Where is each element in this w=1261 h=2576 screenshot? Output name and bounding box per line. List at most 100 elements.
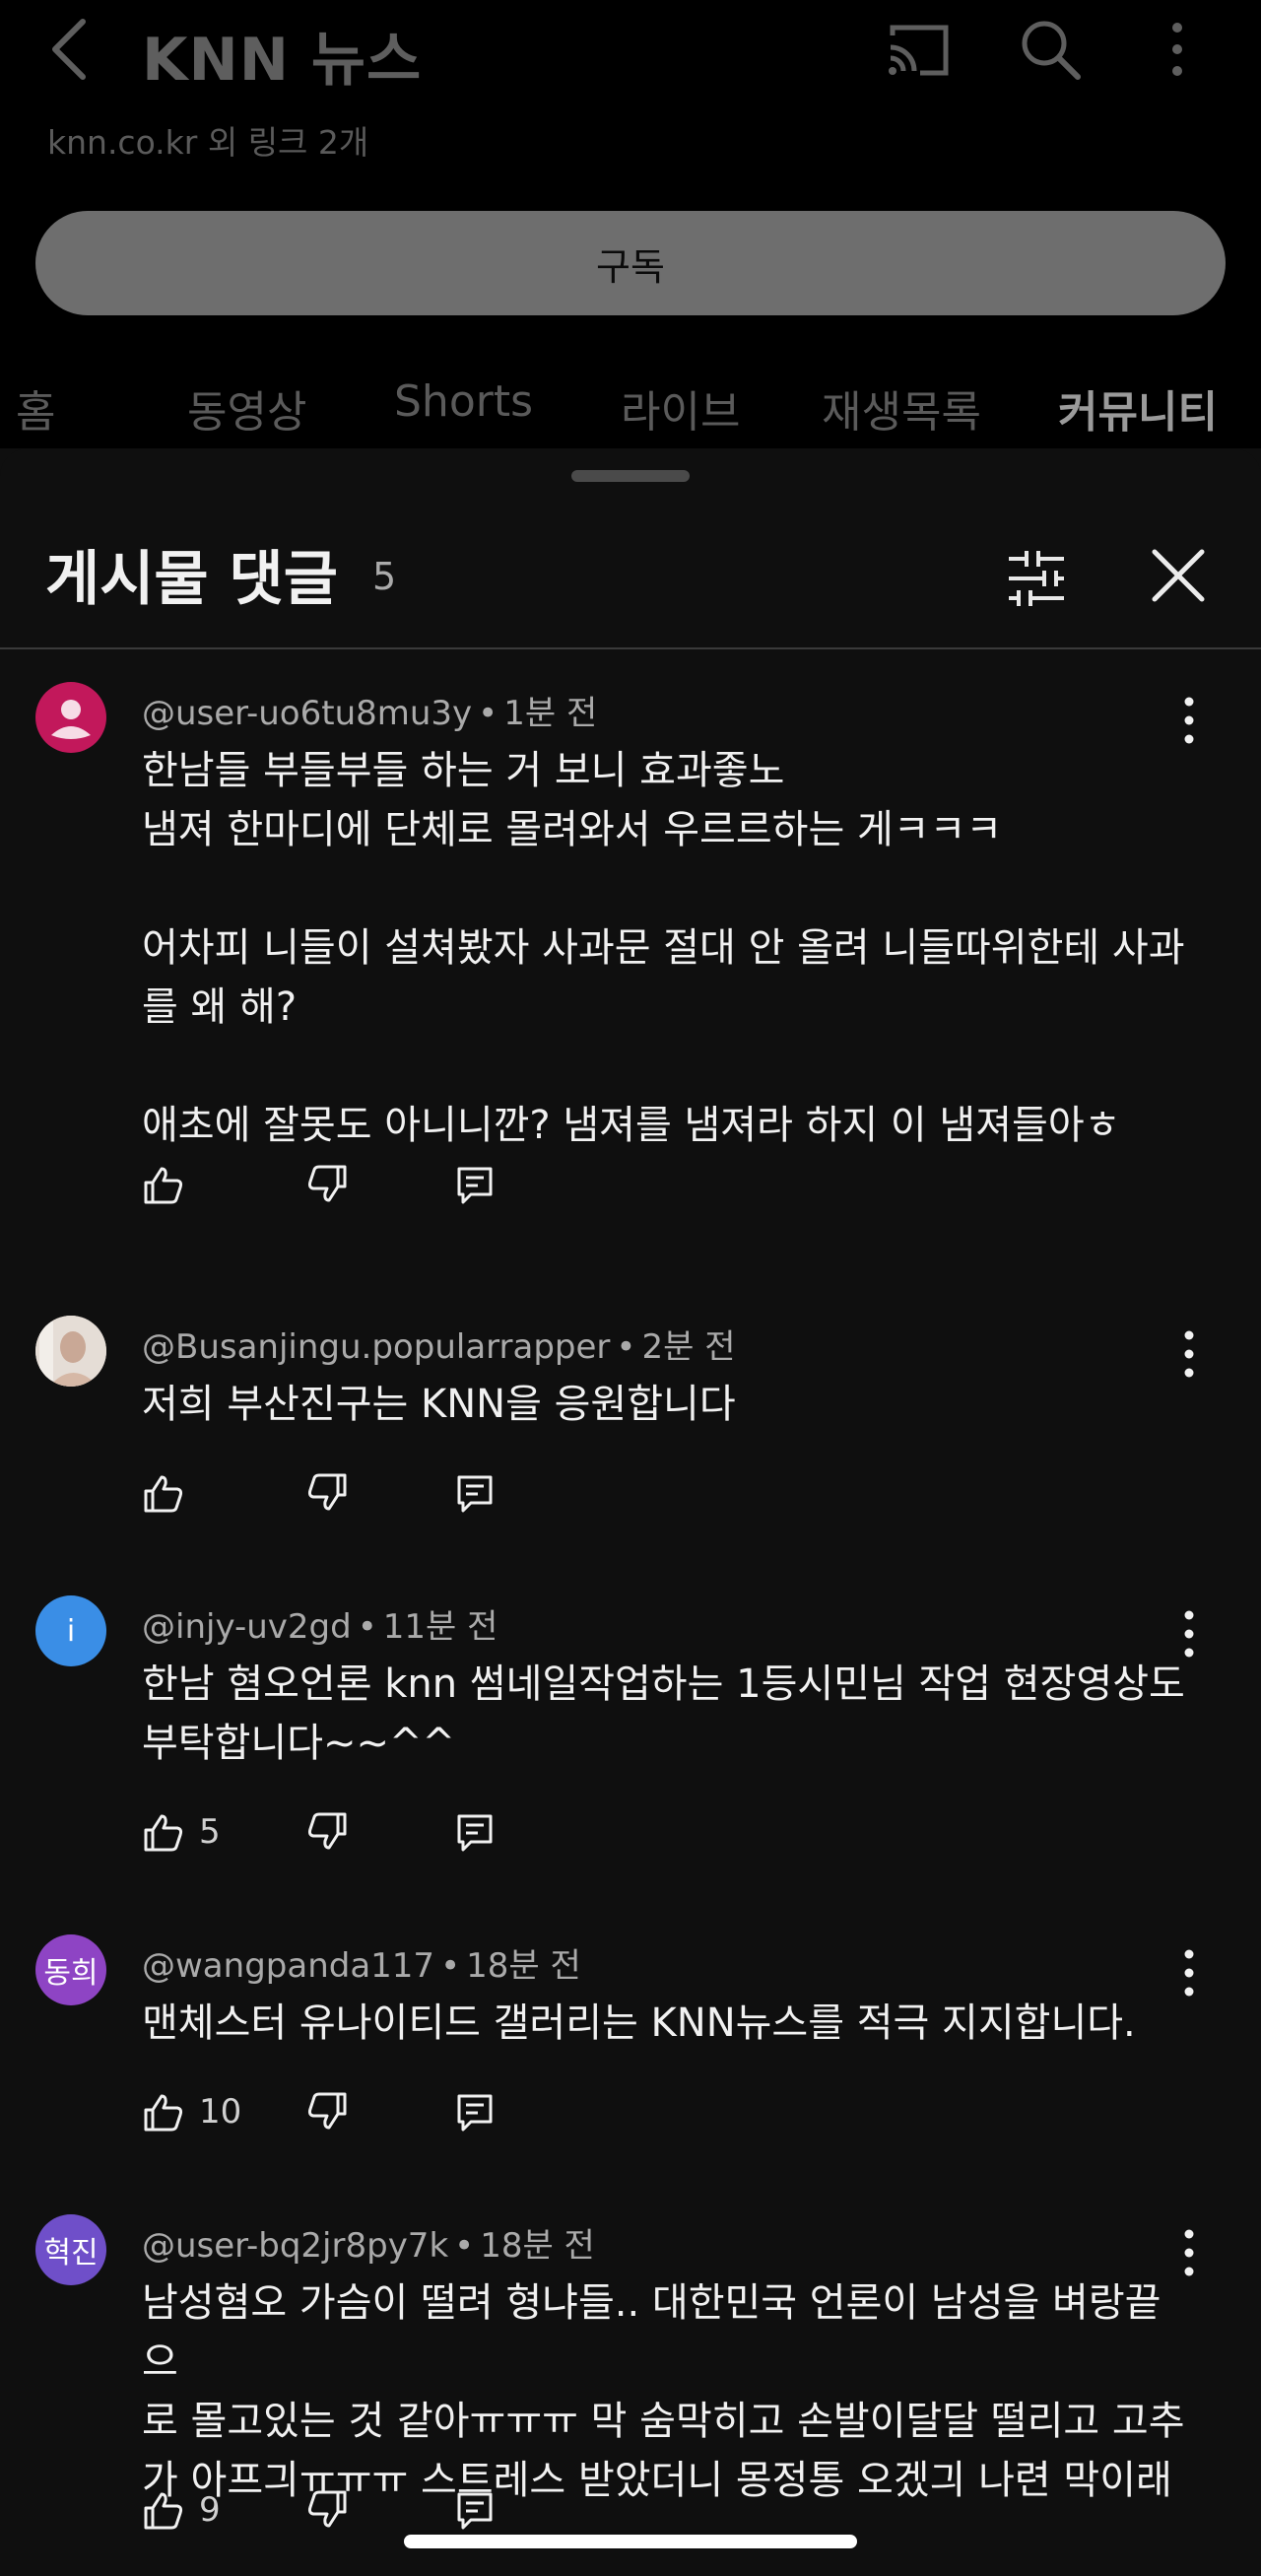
- person-icon: [51, 700, 91, 739]
- drag-handle[interactable]: [571, 470, 690, 482]
- reply-button[interactable]: [453, 2082, 497, 2141]
- like-button[interactable]: 9: [142, 2480, 221, 2540]
- comment-time: 1분 전: [503, 694, 598, 733]
- comment-time: 11분 전: [382, 1607, 498, 1647]
- comment-text: 저희 부산진구는 KNN을 응원합니다: [142, 1375, 1186, 1434]
- reply-icon: [457, 1475, 493, 1513]
- comment-meta: @wangpanda117 • 18분 전: [142, 1946, 581, 1986]
- reply-button[interactable]: [453, 1802, 497, 1862]
- comment-item: i @injy-uv2gd • 11분 전 한남 혐오언론 knn 썸네일작업하는 …: [0, 1595, 1261, 1891]
- sort-filter-icon[interactable]: [1005, 547, 1068, 610]
- dislike-button[interactable]: [305, 1155, 349, 1214]
- tab-community[interactable]: 커뮤니티: [1058, 376, 1218, 440]
- channel-title: KNN 뉴스: [142, 26, 423, 95]
- comment-line: 를 왜 해?: [142, 984, 298, 1030]
- comment-menu-icon[interactable]: [1174, 1946, 1204, 2000]
- tab-shorts[interactable]: Shorts: [394, 376, 533, 427]
- comment-line: 저희 부산진구는 KNN을 응원합니다: [142, 1382, 736, 1427]
- comment-meta: @injy-uv2gd • 11분 전: [142, 1607, 498, 1647]
- back-arrow-icon[interactable]: [47, 18, 91, 81]
- like-button[interactable]: [142, 1155, 199, 1214]
- comment-menu-icon[interactable]: [1174, 1327, 1204, 1381]
- top-app-bar: KNN 뉴스: [0, 0, 1261, 108]
- close-icon[interactable]: [1149, 543, 1208, 608]
- comment-time: 2분 전: [641, 1327, 736, 1367]
- avatar-initial: 혁진: [43, 2236, 99, 2271]
- reply-icon: [457, 1814, 493, 1852]
- thumbs-up-icon: [144, 1167, 183, 1204]
- comment-author[interactable]: @user-uo6tu8mu3y: [142, 694, 472, 733]
- thumbs-down-icon: [307, 1165, 347, 1202]
- dislike-button[interactable]: [305, 1802, 349, 1862]
- dislike-button[interactable]: [305, 1463, 349, 1523]
- comment-menu-icon[interactable]: [1174, 2226, 1204, 2279]
- comment-actions: 9: [142, 2480, 733, 2540]
- avatar[interactable]: [35, 682, 106, 753]
- comment-author[interactable]: @user-bq2jr8py7k: [142, 2226, 448, 2266]
- thumbs-up-icon: [144, 2492, 183, 2530]
- thumbs-down-icon: [307, 1812, 347, 1850]
- tab-live[interactable]: 라이브: [621, 376, 740, 440]
- reply-button[interactable]: [453, 1463, 497, 1523]
- comment-text: 한남 혐오언론 knn 썸네일작업하는 1등시민님 작업 현장영상도 부탁합니다…: [142, 1655, 1186, 1773]
- comment-line: 냄져 한마디에 단체로 몰려와서 우르르하는 게ㅋㅋㅋ: [142, 807, 1003, 852]
- comment-menu-icon[interactable]: [1174, 694, 1204, 747]
- comment-meta: @user-bq2jr8py7k • 18분 전: [142, 2226, 595, 2266]
- home-indicator[interactable]: [404, 2535, 857, 2548]
- comment-time: 18분 전: [466, 1946, 581, 1986]
- tab-home[interactable]: 홈: [16, 376, 55, 440]
- reply-icon: [457, 2492, 493, 2530]
- channel-tabs: 홈 동영상 Shorts 라이브 재생목록 커뮤니티: [0, 376, 1261, 445]
- comment-count: 5: [372, 555, 397, 598]
- comment-line: [142, 859, 1186, 918]
- avatar[interactable]: 혁진: [35, 2214, 106, 2285]
- tab-playlists[interactable]: 재생목록: [822, 376, 981, 440]
- comment-line: 한남 혐오언론 knn 썸네일작업하는 1등시민님 작업 현장영상도: [142, 1661, 1185, 1707]
- comment-menu-icon[interactable]: [1174, 1607, 1204, 1661]
- reply-button[interactable]: [453, 2480, 497, 2540]
- comment-line: 로 몰고있는 것 같아ㅠㅠㅠ 막 숨막히고 손발이달달 떨리고 고추: [142, 2399, 1185, 2444]
- thumbs-down-icon: [307, 2490, 347, 2528]
- like-count: 10: [199, 2092, 242, 2132]
- photo-avatar: [35, 1316, 106, 1387]
- comment-text: 남성혐오 가슴이 떨려 형냐들.. 대한민국 언론이 남성을 벼랑끝으 로 몰고…: [142, 2273, 1186, 2510]
- like-button[interactable]: 5: [142, 1802, 221, 1862]
- avatar[interactable]: 동희: [35, 1934, 106, 2005]
- dislike-button[interactable]: [305, 2480, 349, 2540]
- more-options-icon[interactable]: [1162, 18, 1192, 81]
- channel-links[interactable]: knn.co.kr 외 링크 2개: [47, 116, 368, 164]
- comment-line: 맨체스터 유나이티드 갤러리는 KNN뉴스를 적극 지지합니다.: [142, 2000, 1136, 2046]
- subscribe-button[interactable]: 구독: [35, 211, 1226, 315]
- thumbs-down-icon: [307, 1473, 347, 1511]
- thumbs-up-icon: [144, 1814, 183, 1852]
- comment-line: 한남들 부들부들 하는 거 보니 효과좋노: [142, 748, 785, 793]
- dislike-button[interactable]: [305, 2082, 349, 2141]
- comment-actions: 10: [142, 2082, 733, 2141]
- thumbs-up-icon: [144, 1475, 183, 1513]
- comment-line: 어차피 니들이 설쳐봤자 사과문 절대 안 올려 니들따위한테 사과: [142, 925, 1185, 971]
- avatar-initial: 동희: [43, 1956, 99, 1991]
- comment-item: 동희 @wangpanda117 • 18분 전 맨체스터 유나이티드 갤러리는 K…: [0, 1934, 1261, 2171]
- like-count: 9: [199, 2490, 221, 2530]
- thumbs-up-icon: [144, 2094, 183, 2132]
- comment-author[interactable]: @Busanjingu.popularrapper: [142, 1327, 610, 1367]
- cast-icon[interactable]: [885, 22, 952, 79]
- comment-author[interactable]: @injy-uv2gd: [142, 1607, 352, 1647]
- avatar[interactable]: i: [35, 1595, 106, 1666]
- comment-author[interactable]: @wangpanda117: [142, 1946, 434, 1986]
- reply-icon: [457, 2094, 493, 2132]
- comment-actions: 5: [142, 1802, 733, 1862]
- comment-item: @user-uo6tu8mu3y • 1분 전 한남들 부들부들 하는 거 보니 효…: [0, 682, 1261, 1234]
- sheet-title: 게시물 댓글: [45, 545, 338, 614]
- search-icon[interactable]: [1019, 18, 1082, 81]
- comments-sheet: 게시물 댓글 5 @user-uo6tu8mu3y • 1분 전 한남들 부들부들 …: [0, 448, 1261, 2576]
- like-count: 5: [199, 1812, 221, 1852]
- comment-text: 맨체스터 유나이티드 갤러리는 KNN뉴스를 적극 지지합니다.: [142, 1994, 1186, 2053]
- reply-button[interactable]: [453, 1155, 497, 1214]
- comment-line: 부탁합니다~~^^: [142, 1721, 456, 1766]
- avatar[interactable]: [35, 1316, 106, 1387]
- thumbs-down-icon: [307, 2092, 347, 2130]
- tab-videos[interactable]: 동영상: [187, 376, 306, 440]
- like-button[interactable]: [142, 1463, 199, 1523]
- like-button[interactable]: 10: [142, 2082, 241, 2141]
